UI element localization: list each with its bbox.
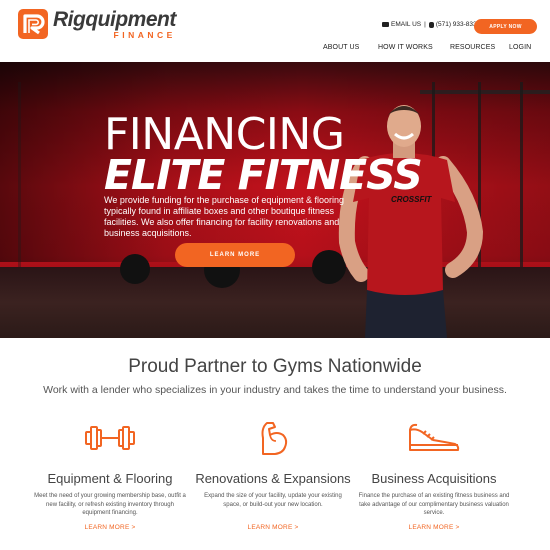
nav-about-us[interactable]: ABOUT US: [323, 44, 359, 51]
feature-learn-more-link[interactable]: LEARN MORE >: [20, 524, 200, 531]
hero-title-line2: ELITE FITNESS: [104, 151, 423, 199]
nav-how-it-works[interactable]: HOW IT WORKS: [378, 44, 433, 51]
hero-banner: CROSSFIT FINANCING ELITE FITNESS We prov…: [0, 62, 550, 338]
dumbbell-icon: [85, 426, 135, 450]
apply-now-button[interactable]: APPLY NOW: [474, 19, 537, 34]
logo-text: Rigquipment FINANCE: [53, 8, 176, 41]
rack-post: [520, 82, 523, 282]
feature-acquisitions: Business Acquisitions Finance the purcha…: [344, 420, 524, 531]
feature-learn-more-link[interactable]: LEARN MORE >: [344, 524, 524, 531]
nav-resources[interactable]: RESOURCES: [450, 44, 495, 51]
partner-title: Proud Partner to Gyms Nationwide: [128, 356, 422, 377]
rack-post: [18, 82, 21, 282]
logo-name: Rigquipment: [53, 8, 176, 31]
feature-title: Equipment & Flooring: [47, 471, 173, 486]
nav-login[interactable]: LOGIN: [509, 44, 531, 51]
logo[interactable]: Rigquipment FINANCE: [18, 9, 176, 40]
contact-bar: EMAIL US | (571) 933-8339: [382, 21, 480, 28]
hero-description: We provide funding for the purchase of e…: [104, 195, 344, 238]
flexed-arm-icon: [261, 422, 288, 455]
feature-renovations: Renovations & Expansions Expand the size…: [183, 420, 363, 531]
feature-title: Renovations & Expansions: [195, 471, 351, 486]
feature-learn-more-link[interactable]: LEARN MORE >: [183, 524, 363, 531]
contact-separator: |: [424, 21, 426, 28]
partner-subtitle: Work with a lender who specializes in yo…: [43, 384, 507, 396]
hero-learn-more-button[interactable]: LEARN MORE: [175, 243, 295, 267]
sneaker-icon: [409, 423, 460, 451]
feature-description: Expand the size of your facility, update…: [204, 493, 342, 508]
weight-plate-icon: [120, 254, 150, 284]
feature-description: Finance the purchase of an existing fitn…: [358, 493, 510, 516]
envelope-icon: [382, 22, 389, 27]
site-header: Rigquipment FINANCE EMAIL US | (571) 933…: [0, 0, 550, 62]
feature-description: Meet the need of your growing membership…: [34, 493, 186, 516]
feature-title: Business Acquisitions: [371, 471, 497, 486]
main-nav: ABOUT US HOW IT WORKS RESOURCES LOGIN: [0, 44, 550, 56]
logo-mark-icon: [18, 9, 48, 39]
email-link[interactable]: EMAIL US: [391, 21, 421, 28]
logo-sub: FINANCE: [113, 30, 176, 40]
phone-icon: [428, 21, 434, 28]
pullup-bar: [420, 90, 550, 94]
feature-equipment: Equipment & Flooring Meet the need of yo…: [20, 420, 200, 531]
